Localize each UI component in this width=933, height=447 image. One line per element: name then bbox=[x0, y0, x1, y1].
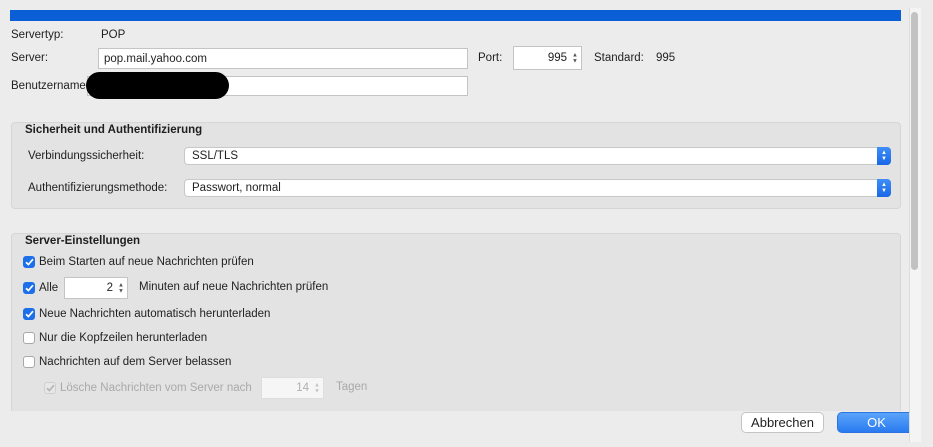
delete-after-suffix: Tagen bbox=[336, 381, 368, 393]
select-arrows-icon: ▲ ▼ bbox=[877, 147, 891, 165]
auth-method-value: Passwort, normal bbox=[192, 182, 281, 194]
check-on-start-label: Beim Starten auf neue Nachrichten prüfen bbox=[39, 256, 254, 268]
standard-label: Standard: bbox=[594, 52, 644, 64]
scrollbar-thumb[interactable] bbox=[911, 12, 918, 270]
standard-value: 995 bbox=[656, 52, 676, 64]
server-input[interactable]: pop.mail.yahoo.com bbox=[98, 48, 468, 69]
ok-button[interactable]: OK bbox=[837, 412, 916, 433]
check-interval-value: 2 bbox=[106, 282, 113, 294]
stepper-arrows-icon[interactable]: ▲ ▼ bbox=[571, 52, 579, 65]
cancel-button[interactable]: Abbrechen bbox=[741, 412, 824, 433]
leave-on-server-label: Nachrichten auf dem Server belassen bbox=[39, 356, 232, 368]
delete-after-value: 14 bbox=[296, 382, 309, 394]
auth-method-select[interactable]: Passwort, normal ▲ ▼ bbox=[184, 179, 891, 197]
check-interval-stepper[interactable]: 2 ▲ ▼ bbox=[64, 277, 128, 299]
delete-after-stepper[interactable]: 14 ▲ ▼ bbox=[261, 377, 324, 399]
select-arrows-icon: ▲ ▼ bbox=[877, 179, 891, 197]
connection-security-value: SSL/TLS bbox=[192, 150, 239, 162]
username-label: Benutzername: bbox=[11, 80, 89, 92]
port-label: Port: bbox=[478, 52, 503, 64]
header-progress-bar bbox=[10, 10, 901, 21]
server-type-label: Servertyp: bbox=[11, 29, 64, 41]
auto-download-checkbox[interactable] bbox=[23, 308, 35, 320]
port-value: 995 bbox=[547, 52, 567, 64]
leave-on-server-checkbox[interactable] bbox=[23, 356, 35, 368]
connection-security-label: Verbindungssicherheit: bbox=[28, 150, 145, 162]
redaction-mark bbox=[86, 72, 229, 99]
stepper-arrows-icon[interactable]: ▲ ▼ bbox=[117, 282, 125, 295]
check-on-start-checkbox[interactable] bbox=[23, 256, 35, 268]
checkmark-icon bbox=[24, 258, 34, 266]
delete-after-prefix: Lösche Nachrichten vom Server nach bbox=[60, 382, 252, 394]
auto-download-label: Neue Nachrichten automatisch herunterlad… bbox=[39, 308, 271, 320]
check-every-prefix: Alle bbox=[39, 282, 59, 294]
checkmark-icon bbox=[45, 384, 55, 392]
server-type-value: POP bbox=[101, 29, 126, 41]
security-group-title: Sicherheit und Authentifizierung bbox=[25, 124, 203, 136]
server-label: Server: bbox=[11, 52, 49, 64]
checkmark-icon bbox=[24, 310, 34, 318]
connection-security-select[interactable]: SSL/TLS ▲ ▼ bbox=[184, 147, 891, 165]
server-settings-title: Server-Einstellungen bbox=[25, 235, 141, 247]
check-every-suffix: Minuten auf neue Nachrichten prüfen bbox=[139, 281, 329, 293]
headers-only-label: Nur die Kopfzeilen herunterladen bbox=[39, 332, 208, 344]
stepper-arrows-icon[interactable]: ▲ ▼ bbox=[313, 382, 321, 395]
port-stepper[interactable]: 995 ▲ ▼ bbox=[513, 46, 582, 70]
auth-method-label: Authentifizierungsmethode: bbox=[28, 182, 168, 194]
delete-after-checkbox[interactable] bbox=[44, 382, 56, 394]
checkmark-icon bbox=[24, 284, 34, 292]
check-every-checkbox[interactable] bbox=[23, 282, 35, 294]
headers-only-checkbox[interactable] bbox=[23, 332, 35, 344]
server-input-value: pop.mail.yahoo.com bbox=[104, 52, 207, 65]
